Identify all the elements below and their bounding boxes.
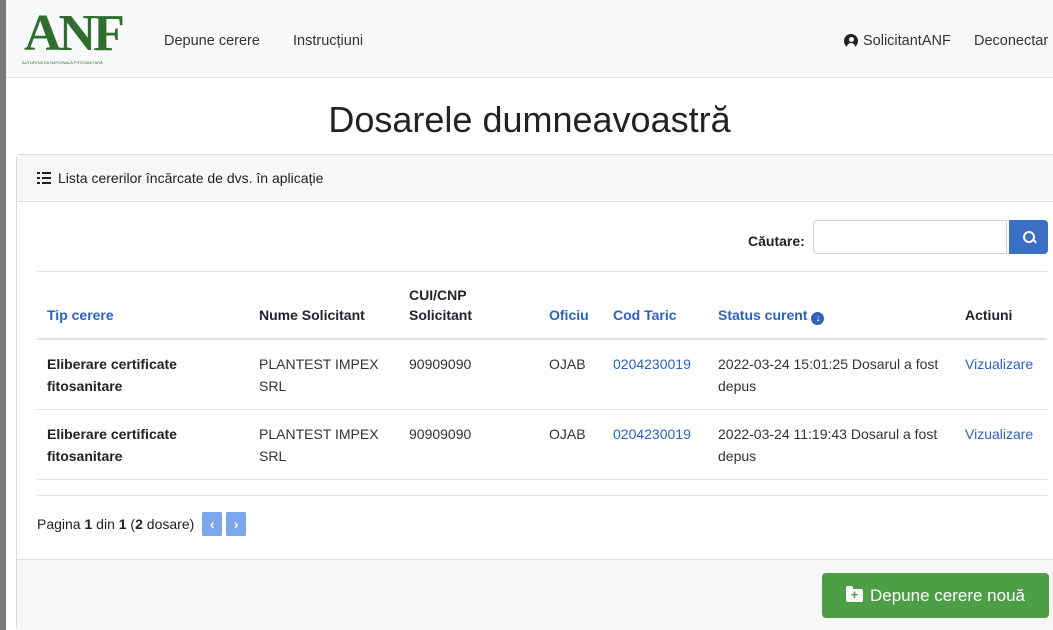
cell-status: 2022-03-24 15:01:25 Dosarul a fost depus — [708, 339, 955, 410]
prev-page-button[interactable]: ‹ — [202, 512, 223, 536]
pagination-of: din — [96, 516, 115, 532]
cell-cui: 90909090 — [399, 339, 539, 410]
table-row: Eliberare certificate fitosanitare PLANT… — [37, 409, 1047, 480]
user-name: SolicitantANF — [863, 33, 951, 49]
cell-oficiu: OJAB — [539, 409, 603, 480]
col-cod-taric[interactable]: Cod Taric — [603, 285, 708, 340]
cell-oficiu: OJAB — [539, 339, 603, 410]
col-status-label: Status curent — [718, 307, 808, 323]
col-nume-solicitant[interactable]: Nume Solicitant — [249, 285, 399, 340]
search-input[interactable] — [813, 220, 1007, 254]
nav-user-account[interactable]: SolicitantANF — [844, 33, 951, 49]
pagination-count: 2 — [135, 516, 143, 532]
cell-nume-solicitant: PLANTEST IMPEX SRL — [249, 339, 399, 410]
view-link[interactable]: Vizualizare — [955, 339, 1047, 410]
next-page-button[interactable]: › — [226, 512, 247, 536]
divider — [37, 495, 1047, 496]
pagination-current: 1 — [84, 516, 93, 532]
card-footer: Depune cerere nouă — [17, 559, 1053, 630]
folder-plus-icon — [845, 586, 863, 602]
col-tip-cerere[interactable]: Tip cerere — [37, 285, 249, 340]
list-icon — [37, 172, 51, 184]
pagination-total: 1 — [118, 516, 127, 532]
cell-tip-cerere: Eliberare certificate fitosanitare — [37, 409, 249, 480]
logo-mark: ANF — [24, 5, 125, 62]
sort-down-icon: ↓ — [811, 312, 825, 325]
card-header: Lista cererilor încărcate de dvs. în apl… — [17, 155, 1053, 202]
cell-nume-solicitant: PLANTEST IMPEX SRL — [249, 409, 399, 480]
requests-table: Tip cerere Nume Solicitant CUI/CNP Solic… — [37, 285, 1047, 480]
nav-instructiuni[interactable]: Instrucțiuni — [293, 33, 363, 49]
requests-card: Lista cererilor încărcate de dvs. în apl… — [16, 154, 1053, 630]
card-header-title: Lista cererilor încărcate de dvs. în apl… — [58, 170, 324, 186]
table-row: Eliberare certificate fitosanitare PLANT… — [37, 339, 1047, 410]
cell-status: 2022-03-24 11:19:43 Dosarul a fost depus — [708, 409, 955, 480]
new-request-button[interactable]: Depune cerere nouă — [822, 573, 1049, 618]
nav-logout[interactable]: Deconectar — [974, 33, 1048, 49]
cell-cui: 90909090 — [399, 409, 539, 480]
cell-cod-taric-link[interactable]: 0204230019 — [603, 339, 708, 410]
logo-tagline: AUTORITATEA NAȚIONALĂ FITOSANITARĂ — [22, 60, 103, 65]
user-circle-icon — [844, 34, 858, 48]
pagination-suffix: dosare) — [146, 516, 195, 532]
cell-tip-cerere: Eliberare certificate fitosanitare — [37, 339, 249, 410]
search-button[interactable] — [1009, 220, 1048, 254]
col-status-curent[interactable]: Status curent ↓ — [708, 285, 955, 340]
nav-depune-cerere[interactable]: Depune cerere — [164, 33, 260, 49]
col-actiuni: Actiuni — [955, 285, 1047, 340]
cell-cod-taric-link[interactable]: 0204230019 — [603, 409, 708, 480]
top-navbar: ANF AUTORITATEA NAȚIONALĂ FITOSANITARĂ D… — [6, 0, 1053, 78]
divider — [37, 271, 1047, 272]
new-request-label: Depune cerere nouă — [869, 585, 1025, 605]
pagination: Pagina 1 din 1 (2 dosare) ‹ › — [37, 512, 247, 536]
search-label: Căutare: — [748, 233, 805, 249]
view-link[interactable]: Vizualizare — [955, 409, 1047, 480]
col-cui-cnp[interactable]: CUI/CNP Solicitant — [399, 285, 539, 340]
table-header-row: Tip cerere Nume Solicitant CUI/CNP Solic… — [37, 285, 1047, 340]
anf-logo[interactable]: ANF AUTORITATEA NAȚIONALĂ FITOSANITARĂ — [20, 5, 125, 66]
page-title: Dosarele dumneavoastră — [328, 99, 731, 140]
pagination-prefix: Pagina — [37, 516, 81, 532]
col-oficiu[interactable]: Oficiu — [539, 285, 603, 340]
